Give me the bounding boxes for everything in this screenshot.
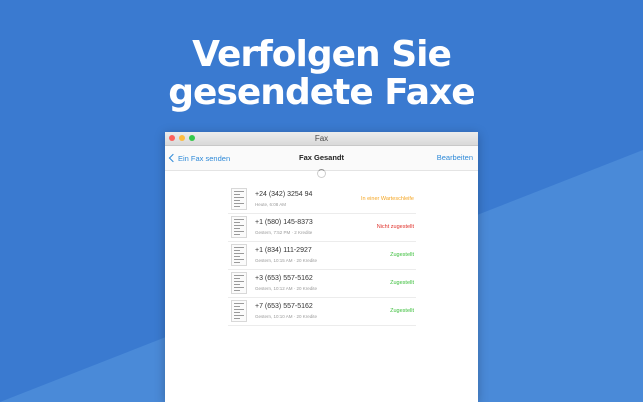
fax-meta: Gestern, 7:52 PM · 2 Kredite bbox=[255, 230, 313, 235]
navigation-bar: Ein Fax senden Fax Gesandt Bearbeiten bbox=[165, 146, 478, 171]
fax-number: +1 (834) 111-2927 bbox=[255, 247, 312, 254]
fax-status: Zugestellt bbox=[390, 280, 414, 286]
fax-meta: Gestern, 10:10 AM · 20 Kredite bbox=[255, 314, 318, 319]
fax-status: Zugestellt bbox=[390, 308, 414, 314]
fax-document-icon bbox=[231, 188, 247, 210]
fax-list: +24 (342) 3254 94 Heute, 6:08 AM In einer … bbox=[228, 186, 416, 326]
loading-spinner-icon bbox=[317, 169, 326, 178]
headline: Verfolgen Sie gesendete Faxe bbox=[0, 36, 643, 112]
fax-status: Zugestellt bbox=[390, 252, 414, 258]
fax-status: In einer Warteschleife bbox=[361, 196, 414, 202]
window-title: Fax bbox=[314, 134, 329, 143]
fax-document-icon bbox=[231, 272, 247, 294]
fax-meta: Gestern, 10:12 AM · 20 Kredite bbox=[255, 286, 318, 291]
headline-line-1: Verfolgen Sie bbox=[192, 34, 452, 75]
fax-document-icon bbox=[231, 216, 247, 238]
fax-number: +24 (342) 3254 94 bbox=[255, 191, 313, 198]
fax-row[interactable]: +3 (653) 557-5162 Gestern, 10:12 AM · 20 … bbox=[228, 270, 416, 298]
fax-row[interactable]: +7 (653) 557-5162 Gestern, 10:10 AM · 20 … bbox=[228, 298, 416, 326]
back-button-label: Ein Fax senden bbox=[178, 153, 231, 163]
app-window: Fax Ein Fax senden Fax Gesandt Bearbeite… bbox=[165, 132, 478, 402]
fax-number: +7 (653) 557-5162 bbox=[255, 303, 313, 310]
edit-button[interactable]: Bearbeiten bbox=[437, 146, 473, 170]
fax-row[interactable]: +1 (580) 145-8373 Gestern, 7:52 PM · 2 Kr… bbox=[228, 214, 416, 242]
fax-status: Nicht zugestellt bbox=[376, 224, 414, 230]
chevron-left-icon bbox=[168, 153, 178, 163]
fax-document-icon bbox=[231, 300, 247, 322]
window-titlebar: Fax bbox=[165, 132, 478, 146]
fax-number: +1 (580) 145-8373 bbox=[255, 219, 313, 226]
fax-number: +3 (653) 557-5162 bbox=[255, 275, 313, 282]
back-button[interactable]: Ein Fax senden bbox=[168, 146, 230, 170]
fax-document-icon bbox=[231, 244, 247, 266]
fax-meta: Gestern, 10:15 AM · 20 Kredite bbox=[255, 258, 318, 263]
fax-meta: Heute, 6:08 AM bbox=[255, 202, 287, 207]
fax-row[interactable]: +1 (834) 111-2927 Gestern, 10:15 AM · 20 … bbox=[228, 242, 416, 270]
fax-row[interactable]: +24 (342) 3254 94 Heute, 6:08 AM In einer … bbox=[228, 186, 416, 214]
headline-line-2: gesendete Faxe bbox=[168, 72, 475, 113]
